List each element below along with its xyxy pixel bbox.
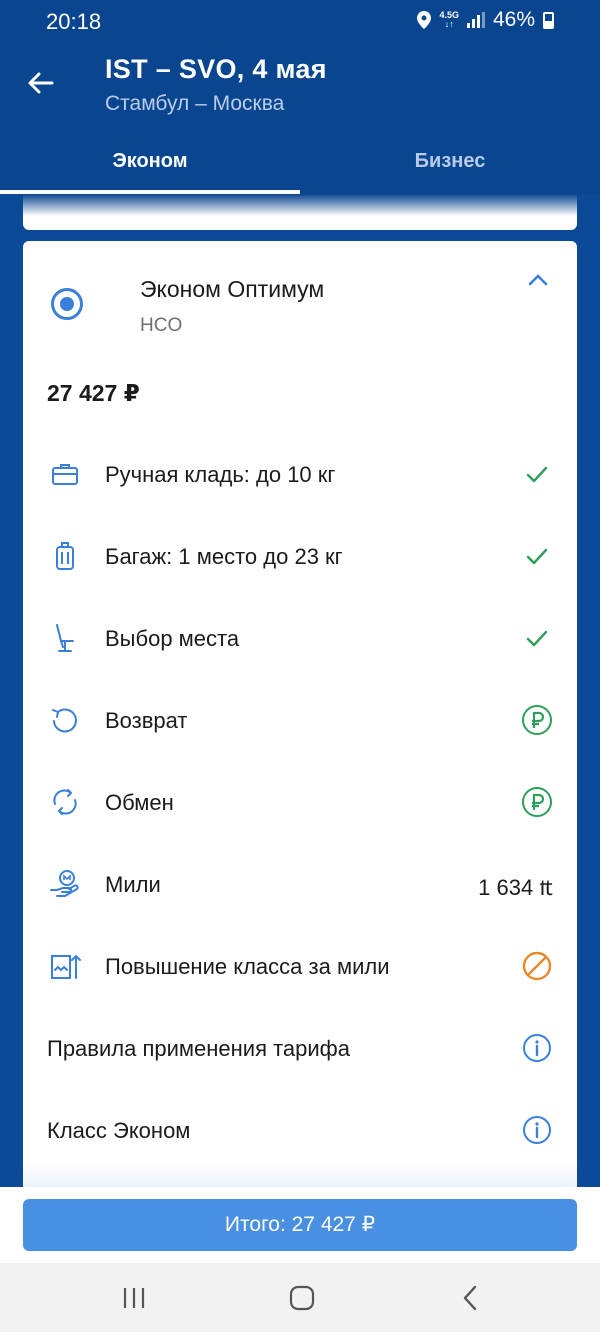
info-icon[interactable] — [521, 1114, 553, 1146]
location-icon — [417, 11, 432, 29]
briefcase-icon — [52, 464, 78, 485]
miles-value: 1 634 ₶ — [478, 875, 553, 900]
back-arrow-icon[interactable] — [22, 64, 60, 102]
network-type: 4.5G ↓↑ — [439, 10, 459, 29]
info-icon[interactable] — [521, 1032, 553, 1064]
suitcase-icon — [56, 542, 74, 570]
feature-row-seat: Выбор места — [23, 608, 577, 668]
feature-row-carry-on: Ручная кладь: до 10 кг — [23, 444, 577, 504]
check-icon — [526, 630, 548, 647]
fare-radio-selected[interactable] — [51, 288, 83, 320]
feature-row-refund: Возврат — [23, 690, 577, 750]
app-header: IST – SVO, 4 мая Стамбул – Москва Эконом… — [0, 42, 600, 194]
miles-icon — [50, 870, 79, 897]
feature-row-upgrade: Повышение класса за мили — [23, 936, 577, 996]
page-title: IST – SVO, 4 мая — [105, 54, 327, 84]
feature-label: Повышение класса за мили — [105, 954, 390, 979]
tab-business[interactable]: Бизнес — [300, 134, 600, 194]
back-nav-icon[interactable] — [456, 1283, 486, 1313]
fare-price: 27 427 ₽ — [47, 380, 140, 406]
total-button[interactable]: Итого: 27 427 ₽ — [23, 1199, 577, 1251]
system-nav-bar — [0, 1263, 600, 1332]
seat-icon — [56, 624, 74, 652]
feature-label: Класс Эконом — [47, 1118, 191, 1143]
bottom-action-area: Итого: 27 427 ₽ — [0, 1187, 600, 1263]
signal-icon — [466, 12, 485, 28]
scroll-fade — [23, 194, 577, 216]
feature-label: Правила применения тарифа — [47, 1036, 351, 1061]
battery-icon — [543, 11, 554, 29]
battery-percent: 46% — [492, 8, 535, 31]
not-available-icon — [522, 951, 552, 981]
ruble-paid-icon — [522, 787, 552, 817]
page-subtitle: Стамбул – Москва — [105, 92, 285, 115]
feature-label: Мили — [105, 872, 161, 897]
status-icons: 4.5G ↓↑ 46% — [417, 8, 554, 32]
upgrade-icon — [51, 954, 81, 979]
class-tabs: Эконом Бизнес — [0, 134, 600, 194]
class-info-row[interactable]: Класс Эконом — [23, 1100, 577, 1160]
recent-apps-icon[interactable] — [119, 1283, 149, 1313]
fare-card: Эконом Оптимум HCO 27 427 ₽ Ручная кладь… — [23, 241, 577, 1201]
previous-fare-card[interactable] — [23, 194, 577, 230]
ruble-paid-icon — [522, 705, 552, 735]
check-icon — [526, 466, 548, 483]
fare-name: Эконом Оптимум — [140, 276, 325, 302]
exchange-icon — [53, 789, 77, 815]
feature-label: Багаж: 1 место до 23 кг — [105, 544, 343, 569]
feature-label: Обмен — [105, 790, 174, 815]
tab-economy[interactable]: Эконом — [0, 134, 300, 194]
fare-code: HCO — [140, 315, 183, 336]
feature-row-miles: Мили 1 634 ₶ — [23, 854, 577, 914]
check-icon — [526, 548, 548, 565]
feature-row-baggage: Багаж: 1 место до 23 кг — [23, 526, 577, 586]
chevron-up-icon[interactable] — [527, 273, 549, 287]
fare-rules-row[interactable]: Правила применения тарифа — [23, 1018, 577, 1078]
home-icon[interactable] — [287, 1283, 317, 1313]
feature-label: Ручная кладь: до 10 кг — [105, 462, 336, 487]
feature-label: Выбор места — [105, 626, 240, 651]
feature-label: Возврат — [105, 708, 188, 733]
refund-icon — [52, 708, 77, 733]
status-time: 20:18 — [46, 9, 102, 34]
status-bar: 20:18 4.5G ↓↑ 46% — [0, 0, 600, 42]
feature-row-exchange: Обмен — [23, 772, 577, 832]
